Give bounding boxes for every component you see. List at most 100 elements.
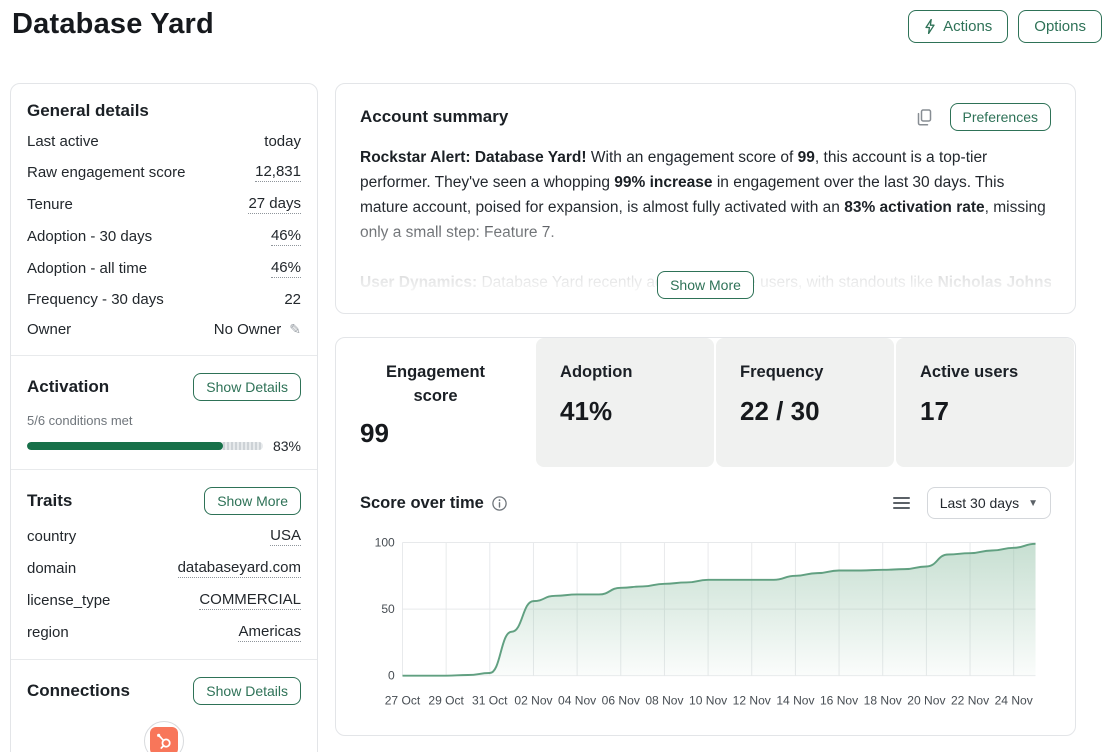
lightning-icon (924, 19, 936, 34)
connections-section: Connections Show Details (11, 659, 317, 752)
detail-row: Frequency - 30 days22 (27, 291, 301, 308)
detail-value-text: 27 days (248, 195, 301, 214)
general-details-title: General details (27, 101, 149, 121)
detail-value: USA (270, 527, 301, 546)
metric-tab-label: Active users (920, 360, 1050, 384)
detail-label: Adoption - 30 days (27, 228, 152, 245)
detail-label: Owner (27, 321, 71, 338)
detail-value-text: Americas (238, 623, 301, 642)
summary-paragraph-1: Rockstar Alert: Database Yard! With an e… (360, 145, 1051, 245)
detail-row: Tenure27 days (27, 195, 301, 214)
svg-text:24 Nov: 24 Nov (995, 694, 1033, 708)
chart-menu-icon[interactable] (890, 494, 913, 512)
svg-text:100: 100 (375, 535, 395, 549)
detail-row: country USA (27, 527, 301, 546)
score-over-time-section: Score over time Last 30 days ▼ (336, 467, 1075, 735)
detail-value-text: 22 (284, 291, 301, 308)
svg-text:29 Oct: 29 Oct (428, 694, 464, 708)
chevron-down-icon: ▼ (1028, 498, 1038, 509)
main-layout: General details Last active today Raw enga… (0, 43, 1110, 752)
svg-text:02 Nov: 02 Nov (514, 694, 552, 708)
detail-value-text: COMMERCIAL (199, 591, 301, 610)
detail-value: today (264, 133, 301, 150)
edit-icon[interactable]: ✎ (289, 321, 301, 338)
detail-value: No Owner ✎ (214, 321, 301, 338)
metric-tab-value: 17 (920, 396, 1050, 427)
svg-text:04 Nov: 04 Nov (558, 694, 596, 708)
svg-text:18 Nov: 18 Nov (864, 694, 902, 708)
detail-label: Raw engagement score (27, 164, 185, 181)
connections-title: Connections (27, 681, 130, 701)
svg-text:31 Oct: 31 Oct (472, 694, 508, 708)
account-page: Database Yard Actions Options General de… (0, 0, 1110, 752)
hubspot-icon (150, 727, 178, 752)
tab-active-users[interactable]: Active users 17 (896, 338, 1074, 467)
options-button[interactable]: Options (1018, 10, 1102, 43)
detail-value: 46% (271, 227, 301, 246)
account-summary-card: Account summary Preferences Rockstar Ale… (335, 83, 1076, 314)
detail-value-text: 12,831 (255, 163, 301, 182)
tab-adoption[interactable]: Adoption41% (536, 338, 714, 467)
svg-text:14 Nov: 14 Nov (776, 694, 814, 708)
date-range-dropdown[interactable]: Last 30 days ▼ (927, 487, 1051, 519)
detail-value: 22 (284, 291, 301, 308)
date-range-label: Last 30 days (940, 495, 1019, 511)
detail-value: 46% (271, 259, 301, 278)
svg-text:06 Nov: 06 Nov (602, 694, 640, 708)
score-chart-svg: 0 50 100 27 Oct 29 Oct 31 Oct 02 Nov 04 Nov 06 N… (360, 529, 1051, 714)
actions-button[interactable]: Actions (908, 10, 1008, 43)
page-title: Database Yard (12, 8, 214, 41)
traits-show-more-button[interactable]: Show More (204, 487, 301, 515)
activation-conditions-text: 5/6 conditions met (27, 413, 301, 428)
info-icon[interactable] (492, 496, 507, 511)
detail-value-text: databaseyard.com (178, 559, 301, 578)
activation-show-details-button[interactable]: Show Details (193, 373, 301, 401)
options-button-label: Options (1034, 19, 1086, 34)
chart-title: Score over time (360, 494, 484, 513)
metric-tab-value: 99 (360, 418, 511, 449)
detail-label: Last active (27, 133, 99, 150)
detail-label: domain (27, 560, 76, 577)
metric-tab-label: Engagement score (360, 360, 511, 408)
summary-body: Rockstar Alert: Database Yard! With an e… (360, 145, 1051, 295)
activation-progress-bar (27, 442, 263, 450)
svg-text:50: 50 (381, 602, 395, 616)
detail-row: domain databaseyard.com (27, 559, 301, 578)
hubspot-connection-badge[interactable] (144, 721, 184, 752)
detail-value: 12,831 (255, 163, 301, 182)
general-details-section: General details Last active today Raw enga… (11, 84, 317, 355)
traits-rows: country USA domain databaseyard.com license_… (27, 527, 301, 642)
detail-row: Adoption - all time 46% (27, 259, 301, 278)
header-actions: Actions Options (908, 8, 1102, 43)
copy-icon[interactable] (915, 107, 934, 128)
detail-label: Adoption - all time (27, 260, 147, 277)
connections-show-details-button[interactable]: Show Details (193, 677, 301, 705)
tab-frequency[interactable]: Frequency22 / 30 (716, 338, 894, 467)
detail-value: Americas (238, 623, 301, 642)
detail-label: region (27, 624, 69, 641)
detail-row: Last active today (27, 133, 301, 150)
detail-value: 27 days (248, 195, 301, 214)
detail-value-text: 46% (271, 259, 301, 278)
detail-value-text: No Owner (214, 321, 282, 338)
svg-text:27 Oct: 27 Oct (385, 694, 421, 708)
tab-engagement-score[interactable]: Engagement score 99 (336, 338, 535, 467)
svg-text:20 Nov: 20 Nov (907, 694, 945, 708)
svg-text:10 Nov: 10 Nov (689, 694, 727, 708)
detail-row: Raw engagement score 12,831 (27, 163, 301, 182)
svg-text:0: 0 (388, 669, 395, 683)
detail-row: license_typeCOMMERCIAL (27, 591, 301, 610)
detail-row: region Americas (27, 623, 301, 642)
detail-value-text: 46% (271, 227, 301, 246)
detail-value: databaseyard.com (178, 559, 301, 578)
traits-title: Traits (27, 491, 72, 511)
metric-tab-label: Frequency (740, 360, 870, 384)
detail-row: Adoption - 30 days 46% (27, 227, 301, 246)
activation-section: Activation Show Details 5/6 conditions m… (11, 355, 317, 469)
summary-show-more-button[interactable]: Show More (657, 271, 754, 299)
preferences-button[interactable]: Preferences (950, 103, 1051, 131)
detail-row: Owner No Owner ✎ (27, 321, 301, 338)
detail-value-text: today (264, 133, 301, 150)
detail-label: country (27, 528, 76, 545)
activation-title: Activation (27, 377, 109, 397)
